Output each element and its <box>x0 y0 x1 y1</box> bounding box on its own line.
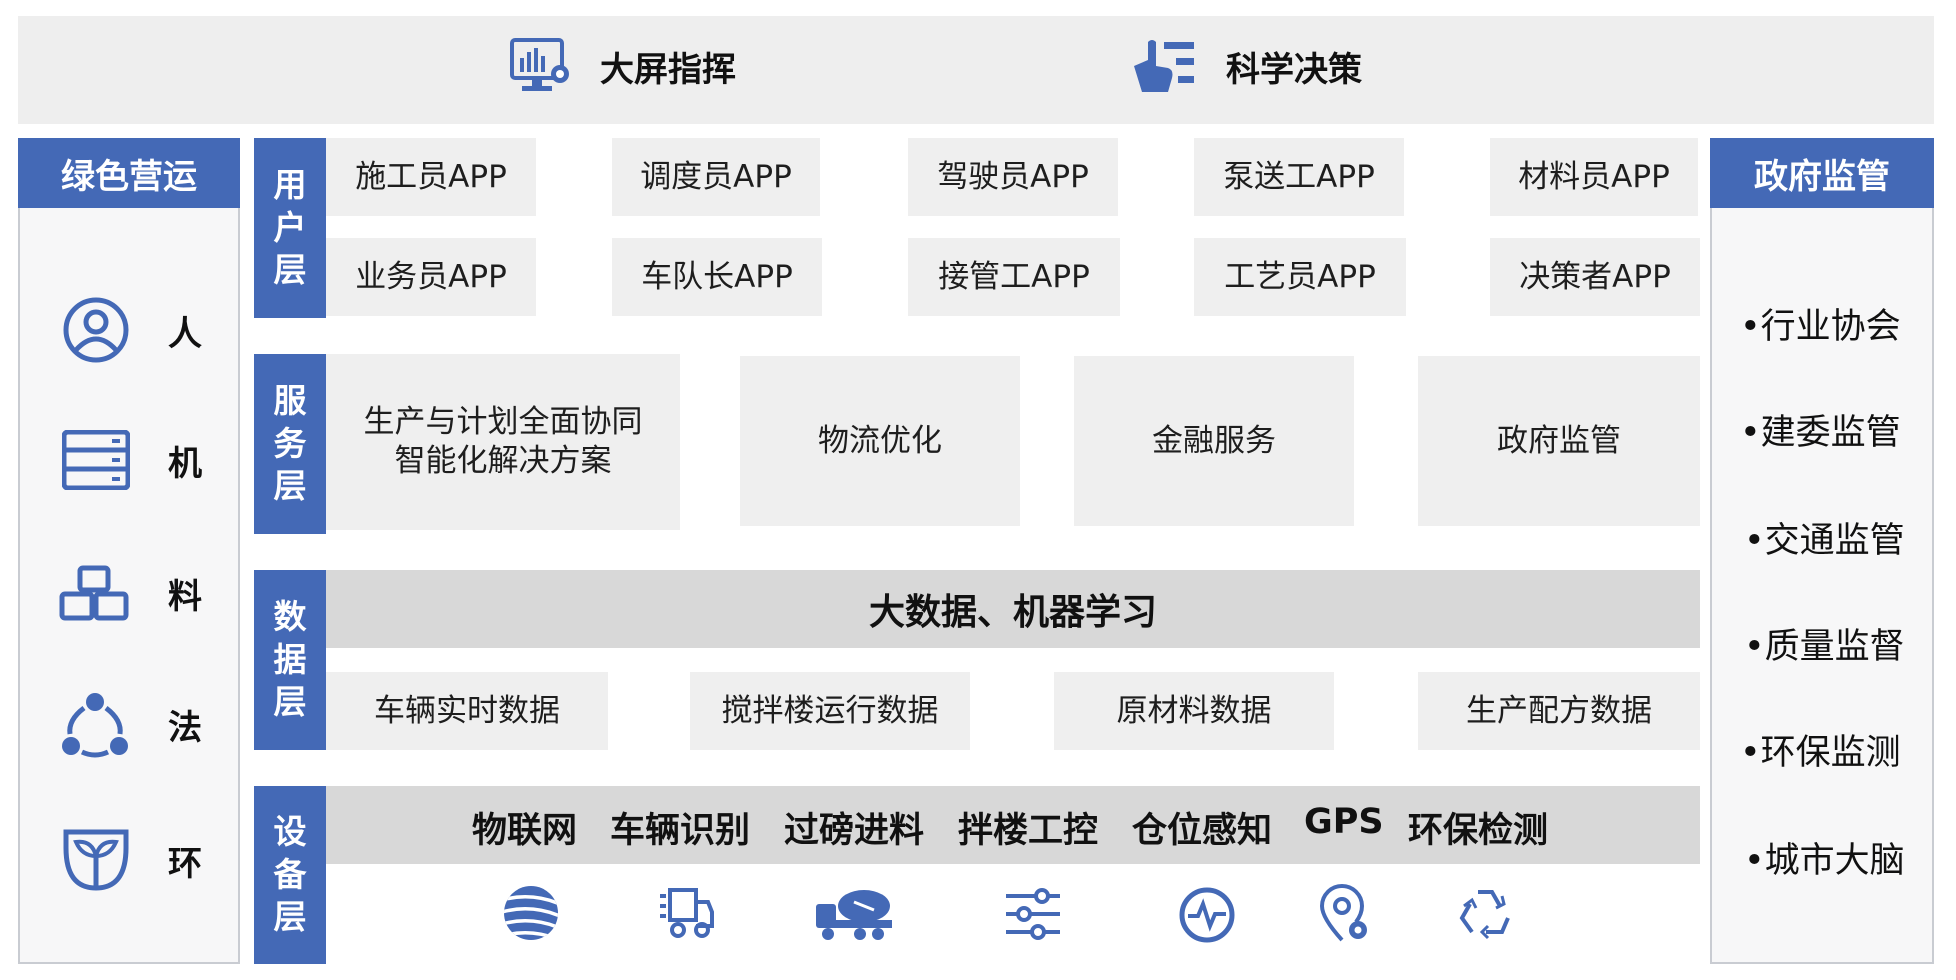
service-box-government: 政府监管 <box>1418 356 1700 526</box>
resource-item-material: 料 <box>58 564 202 622</box>
tab-char: 备 <box>273 854 307 894</box>
tab-char: 设 <box>273 811 307 851</box>
gov-item: •交通监管 <box>1744 521 1905 561</box>
app-box: 工艺员APP <box>1194 238 1406 316</box>
app-box: 泵送工APP <box>1194 138 1404 216</box>
pulse-icon <box>1179 887 1235 943</box>
device-label: 过磅进料 <box>784 811 925 851</box>
recycle-icon <box>1459 890 1510 940</box>
tab-char: 数 <box>273 596 307 636</box>
server-icon <box>62 430 130 490</box>
app-box: 调度员APP <box>612 138 820 216</box>
app-box: 驾驶员APP <box>908 138 1118 216</box>
data-box: 生产配方数据 <box>1418 672 1700 750</box>
resource-label: 人 <box>168 313 202 354</box>
gov-item: •质量监督 <box>1744 627 1905 667</box>
resource-item-person: 人 <box>62 296 202 364</box>
big-screen-command: 大屏指挥 <box>510 34 736 98</box>
data-box: 车辆实时数据 <box>326 672 608 750</box>
right-panel-title: 政府监管 <box>1710 138 1934 208</box>
decision-label: 科学决策 <box>1226 49 1362 90</box>
data-box: 原材料数据 <box>1054 672 1334 750</box>
service-line: 智能化解决方案 <box>394 443 612 479</box>
resource-label: 法 <box>168 707 202 748</box>
resource-item-environment: 环 <box>62 826 202 894</box>
sliders-icon <box>1006 888 1060 940</box>
left-panel-title: 绿色营运 <box>18 138 240 208</box>
device-label: 物联网 <box>472 811 578 851</box>
app-box: 材料员APP <box>1490 138 1698 216</box>
hand-list-icon <box>1134 40 1194 92</box>
service-box-logistics: 物流优化 <box>740 356 1020 526</box>
resource-label: 机 <box>168 443 202 484</box>
truck-icon <box>660 888 714 938</box>
globe-icon <box>504 886 558 940</box>
tab-char: 层 <box>273 897 307 937</box>
scientific-decision: 科学决策 <box>1128 34 1362 98</box>
app-box: 车队长APP <box>612 238 822 316</box>
service-box-planning: 生产与计划全面协同 智能化解决方案 <box>326 354 680 530</box>
data-box: 搅拌楼运行数据 <box>690 672 970 750</box>
user-layer-tab: 用 户 层 <box>254 138 326 318</box>
tab-char: 层 <box>273 682 307 722</box>
mixer-truck-icon <box>816 890 892 940</box>
app-box: 接管工APP <box>908 238 1120 316</box>
material-stack-icon <box>59 565 129 621</box>
app-box: 决策者APP <box>1490 238 1700 316</box>
service-line: 生产与计划全面协同 <box>363 404 643 441</box>
sprout-icon <box>63 829 129 891</box>
gov-item: •行业协会 <box>1740 307 1901 347</box>
app-box: 业务员APP <box>326 238 536 316</box>
tab-char: 用 <box>273 164 307 204</box>
service-layer-tab: 服 务 层 <box>254 354 326 534</box>
tab-char: 服 <box>273 380 307 420</box>
service-box-finance: 金融服务 <box>1074 356 1354 526</box>
gov-item: •城市大脑 <box>1744 841 1905 881</box>
resource-label: 环 <box>168 843 202 884</box>
tab-char: 户 <box>273 207 307 247</box>
tab-char: 据 <box>273 639 307 679</box>
device-label: GPS <box>1304 802 1384 842</box>
gov-item: •建委监管 <box>1740 413 1901 453</box>
location-gear-icon <box>1319 884 1367 942</box>
device-label: 拌楼工控 <box>958 811 1099 851</box>
tab-char: 务 <box>273 423 307 463</box>
method-cycle-icon <box>62 693 128 758</box>
tab-char: 层 <box>273 250 307 290</box>
data-layer-tab: 数 据 层 <box>254 570 326 750</box>
big-screen-label: 大屏指挥 <box>600 49 736 90</box>
person-icon <box>63 297 129 363</box>
resource-item-machine: 机 <box>62 430 202 490</box>
resource-label: 料 <box>168 576 202 617</box>
big-data-banner: 大数据、机器学习 <box>326 570 1700 648</box>
resource-item-method: 法 <box>60 690 202 758</box>
device-layer-tab: 设 备 层 <box>254 786 326 964</box>
tab-char: 层 <box>273 466 307 506</box>
app-box: 施工员APP <box>326 138 536 216</box>
device-label: 车辆识别 <box>610 811 751 851</box>
gov-item: •环保监测 <box>1740 733 1901 773</box>
top-banner <box>18 16 1934 124</box>
device-label: 环保检测 <box>1408 811 1549 851</box>
device-label: 仓位感知 <box>1132 811 1273 851</box>
monitor-gear-icon <box>510 38 569 91</box>
